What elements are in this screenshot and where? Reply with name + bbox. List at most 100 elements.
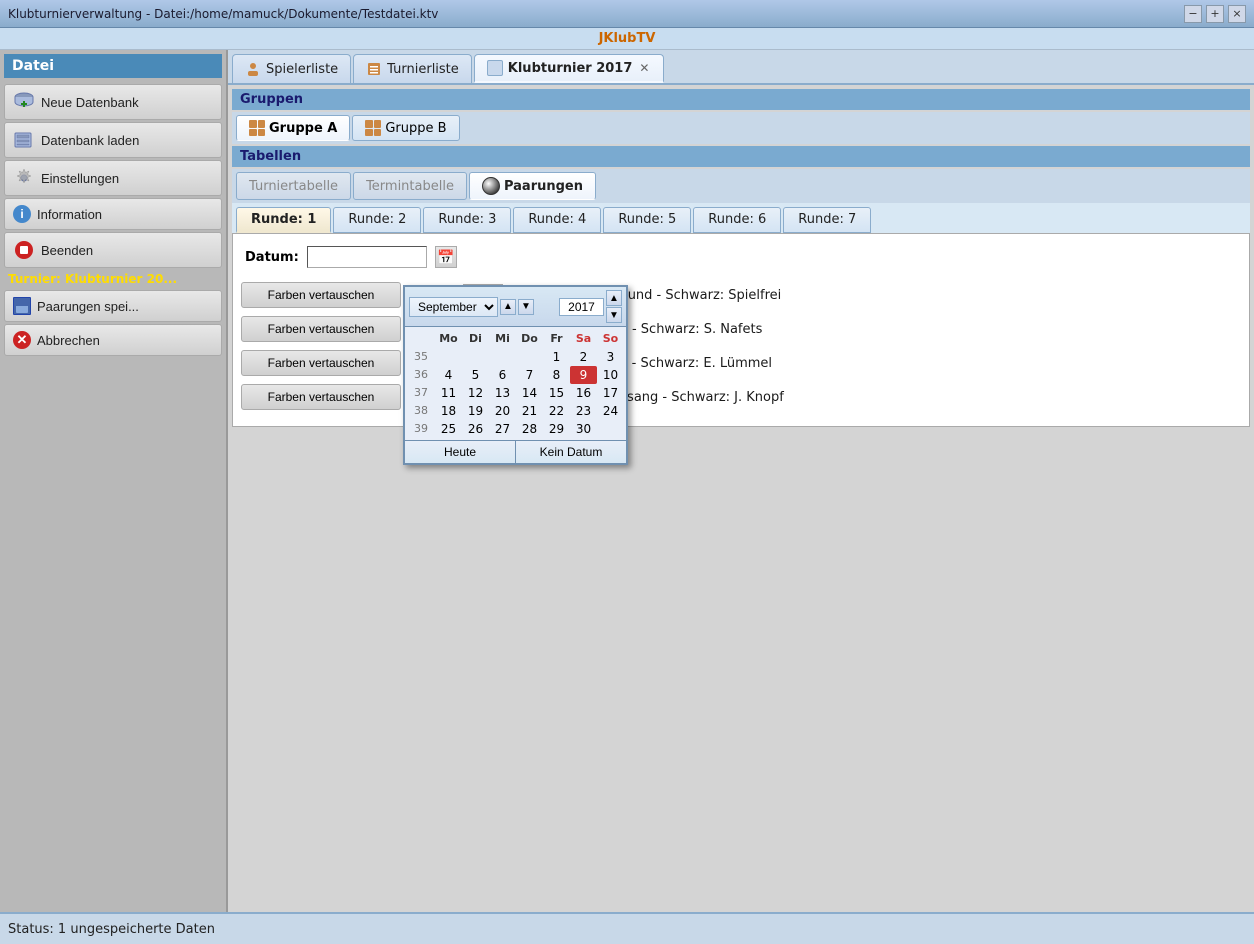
cal-year-down[interactable]: ▼: [606, 307, 622, 323]
cal-day-22[interactable]: 22: [543, 402, 570, 420]
tab-klubturnier[interactable]: Klubturnier 2017 ✕: [474, 54, 665, 83]
cal-year-up[interactable]: ▲: [606, 290, 622, 306]
app-subtitle: JKlubTV: [0, 28, 1254, 50]
cal-header-so: So: [597, 331, 624, 346]
round-tab-6[interactable]: Runde: 6: [693, 207, 781, 233]
round-tab-1[interactable]: Runde: 1: [236, 207, 331, 233]
cal-day-12[interactable]: 12: [462, 384, 489, 402]
farben-vertauschen-button-3[interactable]: Farben vertauschen: [241, 384, 401, 410]
farben-vertauschen-button-1[interactable]: Farben vertauschen: [241, 316, 401, 342]
cal-day-9-today[interactable]: 9: [570, 366, 597, 384]
info-button[interactable]: i Information: [4, 198, 222, 230]
cal-week-36: 36 4 5 6 7 8 9 10: [407, 366, 624, 384]
cal-day-26[interactable]: 26: [462, 420, 489, 438]
tab-spielerliste[interactable]: Spielerliste: [232, 54, 351, 83]
tab-termintabelle[interactable]: Termintabelle: [353, 172, 467, 200]
cal-day-6[interactable]: 6: [489, 366, 516, 384]
cal-day-21[interactable]: 21: [516, 402, 543, 420]
minimize-button[interactable]: −: [1184, 5, 1202, 23]
calendar-button[interactable]: 📅: [435, 246, 457, 268]
cal-day-4[interactable]: 4: [435, 366, 462, 384]
cal-day-3[interactable]: 3: [597, 348, 624, 366]
cal-month-select[interactable]: JanuarFebruarMärz AprilMaiJuni JuliAugus…: [409, 297, 498, 317]
cal-year-row: ▲ ▼: [559, 290, 622, 323]
cal-day-2[interactable]: 2: [570, 348, 597, 366]
new-database-button[interactable]: Neue Datenbank: [4, 84, 222, 120]
title-bar: Klubturnierverwaltung - Datei:/home/mamu…: [0, 0, 1254, 28]
cal-nav-up[interactable]: ▲: [500, 299, 516, 315]
termintabelle-label: Termintabelle: [366, 179, 454, 194]
quit-icon: [13, 239, 35, 261]
heute-button[interactable]: Heute: [405, 441, 516, 463]
round-tab-7[interactable]: Runde: 7: [783, 207, 871, 233]
cal-year-spinners: ▲ ▼: [606, 290, 622, 323]
cal-year-input[interactable]: [559, 298, 604, 316]
maximize-button[interactable]: +: [1206, 5, 1224, 23]
round-tab-4[interactable]: Runde: 4: [513, 207, 601, 233]
cal-day-20[interactable]: 20: [489, 402, 516, 420]
settings-label: Einstellungen: [41, 171, 119, 186]
calendar-popup: JanuarFebruarMärz AprilMaiJuni JuliAugus…: [403, 285, 628, 465]
datum-input[interactable]: [307, 246, 427, 268]
cal-day-16[interactable]: 16: [570, 384, 597, 402]
cal-day-30[interactable]: 30: [570, 420, 597, 438]
cal-day-27[interactable]: 27: [489, 420, 516, 438]
gruppe-b-icon: [365, 120, 381, 136]
cal-day-25[interactable]: 25: [435, 420, 462, 438]
cal-weeknum-35: 35: [407, 348, 435, 366]
cal-day-8[interactable]: 8: [543, 366, 570, 384]
round-tab-5[interactable]: Runde: 5: [603, 207, 691, 233]
tab-turnierliste[interactable]: Turnierliste: [353, 54, 472, 83]
cal-day-17[interactable]: 17: [597, 384, 624, 402]
cal-day-empty: [435, 348, 462, 366]
round-tab-2[interactable]: Runde: 2: [333, 207, 421, 233]
farben-vertauschen-button-2[interactable]: Farben vertauschen: [241, 350, 401, 376]
cal-day-headers: Mo Di Mi Do Fr Sa So: [407, 329, 624, 348]
cal-day-13[interactable]: 13: [489, 384, 516, 402]
cal-day-19[interactable]: 19: [462, 402, 489, 420]
quit-button[interactable]: Beenden: [4, 232, 222, 268]
cal-day-10[interactable]: 10: [597, 366, 624, 384]
group-tab-a[interactable]: Gruppe A: [236, 115, 350, 141]
cal-day-23[interactable]: 23: [570, 402, 597, 420]
info-icon: i: [13, 205, 31, 223]
turnier-label: Turnier: Klubturnier 20...: [4, 270, 222, 288]
main-tabs-row: Spielerliste Turnierliste Klubturnier 20…: [228, 50, 1254, 85]
new-database-label: Neue Datenbank: [41, 95, 139, 110]
cal-nav-down[interactable]: ▼: [518, 299, 534, 315]
tab-turniertabelle[interactable]: Turniertabelle: [236, 172, 351, 200]
pairing-row-2: Farben vertauschen Runde: 1234567 = Weis…: [241, 350, 1241, 376]
cal-day-28[interactable]: 28: [516, 420, 543, 438]
abort-button[interactable]: ✕ Abbrechen: [4, 324, 222, 356]
load-database-button[interactable]: Datenbank laden: [4, 122, 222, 158]
group-tab-b[interactable]: Gruppe B: [352, 115, 459, 141]
settings-button[interactable]: Einstellungen: [4, 160, 222, 196]
save-pairings-label: Paarungen spei...: [37, 299, 139, 314]
pairing-content: Datum: 📅 Farben vertauschen Runde: 12345…: [232, 233, 1250, 427]
cal-day-11[interactable]: 11: [435, 384, 462, 402]
cal-day-7[interactable]: 7: [516, 366, 543, 384]
turniertabelle-label: Turniertabelle: [249, 179, 338, 194]
kein-datum-button[interactable]: Kein Datum: [516, 441, 626, 463]
tab-close-button[interactable]: ✕: [637, 61, 651, 75]
datum-row: Datum: 📅: [241, 242, 1241, 272]
farben-vertauschen-button-0[interactable]: Farben vertauschen: [241, 282, 401, 308]
round-tab-3[interactable]: Runde: 3: [423, 207, 511, 233]
save-pairings-button[interactable]: Paarungen spei...: [4, 290, 222, 322]
status-bar: Status: 1 ungespeicherte Daten: [0, 912, 1254, 944]
cal-day-14[interactable]: 14: [516, 384, 543, 402]
cal-day-empty: [462, 348, 489, 366]
cal-weeknum-37: 37: [407, 384, 435, 402]
group-tab-b-label: Gruppe B: [385, 121, 446, 136]
close-button[interactable]: ×: [1228, 5, 1246, 23]
quit-label: Beenden: [41, 243, 93, 258]
cal-day-18[interactable]: 18: [435, 402, 462, 420]
cal-day-29[interactable]: 29: [543, 420, 570, 438]
tab-paarungen[interactable]: Paarungen: [469, 172, 596, 200]
pairing-row-3: Farben vertauschen Runde: 1234567 = Weis…: [241, 384, 1241, 410]
cal-day-5[interactable]: 5: [462, 366, 489, 384]
cal-day-24[interactable]: 24: [597, 402, 624, 420]
cal-day-1[interactable]: 1: [543, 348, 570, 366]
cal-day-15[interactable]: 15: [543, 384, 570, 402]
new-db-icon: [13, 91, 35, 113]
